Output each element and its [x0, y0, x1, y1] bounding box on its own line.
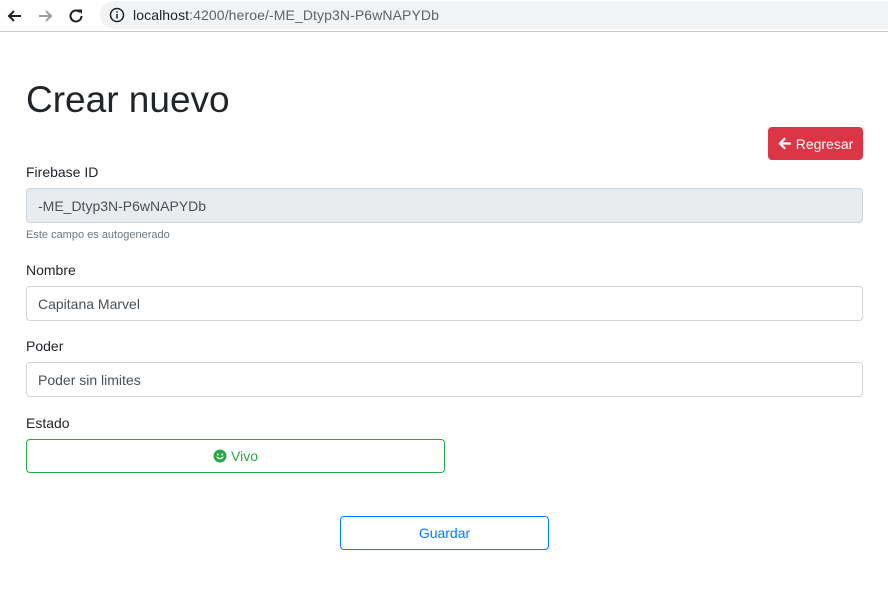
poder-label: Poder — [26, 338, 64, 354]
estado-toggle-button[interactable]: Vivo — [26, 439, 445, 473]
nombre-field[interactable]: Capitana Marvel — [26, 286, 863, 321]
url-path: :4200/heroe/-ME_Dtyp3N-P6wNAPYDb — [189, 7, 440, 23]
url-host: localhost — [133, 7, 190, 23]
firebase-id-field: -ME_Dtyp3N-P6wNAPYDb — [26, 188, 863, 223]
back-button-label: Regresar — [795, 135, 854, 152]
nombre-value: Capitana Marvel — [38, 295, 140, 312]
estado-label: Estado — [26, 415, 70, 431]
url-text: localhost:4200/heroe/-ME_Dtyp3N-P6wNAPYD… — [133, 7, 439, 23]
firebase-id-value: -ME_Dtyp3N-P6wNAPYDb — [38, 197, 207, 214]
forward-nav-button[interactable] — [34, 4, 58, 28]
reload-icon — [69, 9, 83, 23]
save-button[interactable]: Guardar — [340, 516, 549, 550]
browser-toolbar: localhost:4200/heroe/-ME_Dtyp3N-P6wNAPYD… — [0, 0, 888, 32]
arrow-right-icon — [39, 10, 53, 22]
page-title: Crear nuevo — [26, 79, 230, 120]
smile-icon — [213, 449, 227, 463]
arrow-left-icon — [778, 137, 791, 150]
estado-button-label: Vivo — [231, 448, 258, 464]
firebase-id-help: Este campo es autogenerado — [26, 229, 170, 241]
reload-button[interactable] — [64, 4, 88, 28]
nombre-label: Nombre — [26, 262, 76, 278]
firebase-id-label: Firebase ID — [26, 164, 99, 180]
poder-field[interactable]: Poder sin limites — [26, 362, 863, 397]
poder-value: Poder sin limites — [38, 371, 141, 388]
address-bar[interactable]: localhost:4200/heroe/-ME_Dtyp3N-P6wNAPYD… — [100, 1, 888, 29]
info-icon[interactable] — [109, 7, 125, 23]
back-nav-button[interactable] — [2, 4, 26, 28]
arrow-left-icon — [7, 10, 21, 22]
save-button-label: Guardar — [418, 525, 471, 541]
back-button[interactable]: Regresar — [768, 127, 863, 160]
